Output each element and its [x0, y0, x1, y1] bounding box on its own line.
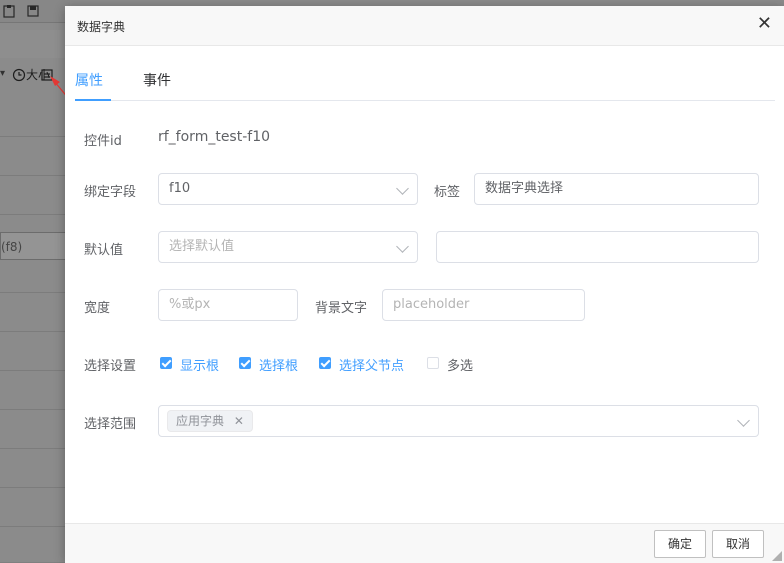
confirm-button[interactable]: 确定 — [654, 530, 706, 558]
bind-field-select[interactable]: f10 — [158, 173, 418, 205]
tag-input[interactable]: 数据字典选择 — [474, 173, 759, 205]
default-value-text-input[interactable] — [436, 231, 759, 263]
resize-handle-icon[interactable] — [772, 551, 782, 561]
width-placeholder: %或px — [169, 297, 211, 312]
chevron-down-icon — [396, 240, 409, 253]
range-tag: 应用字典 ✕ — [167, 410, 253, 432]
tab-bar: 属性 事件 — [75, 60, 775, 101]
checkbox-unchecked-icon[interactable] — [427, 357, 439, 369]
dialog-header: 数据字典 ✕ — [65, 6, 784, 46]
default-value-placeholder: 选择默认值 — [169, 239, 235, 254]
checkbox-checked-icon[interactable] — [319, 357, 331, 369]
dialog-footer: 确定 取消 — [65, 523, 784, 563]
checkbox-checked-icon[interactable] — [160, 357, 172, 369]
control-id-value: rf_form_test-f10 — [158, 129, 271, 145]
checkbox-label: 选择父节点 — [339, 359, 405, 374]
dialog-title: 数据字典 — [77, 20, 126, 34]
default-value-select[interactable]: 选择默认值 — [158, 231, 418, 263]
checkbox-label: 选择根 — [259, 359, 299, 374]
chevron-down-icon — [737, 414, 750, 427]
bg-text-placeholder: placeholder — [393, 297, 470, 312]
width-input[interactable]: %或px — [158, 289, 298, 321]
bind-field-value: f10 — [169, 181, 191, 196]
cancel-button[interactable]: 取消 — [712, 530, 764, 558]
width-label: 宽度 — [84, 301, 111, 316]
range-tag-label: 应用字典 — [176, 414, 225, 428]
data-dictionary-dialog: 数据字典 ✕ 属性 事件 控件id rf_form_test-f10 绑定字段 … — [65, 6, 784, 563]
close-icon[interactable]: ✕ — [757, 15, 772, 33]
tab-events[interactable]: 事件 — [143, 70, 171, 90]
select-settings-label: 选择设置 — [84, 359, 137, 374]
range-label: 选择范围 — [84, 417, 137, 432]
checkbox-label: 多选 — [447, 359, 474, 374]
tag-label: 标签 — [434, 185, 461, 200]
remove-tag-icon[interactable]: ✕ — [234, 414, 244, 428]
checkbox-checked-icon[interactable] — [239, 357, 251, 369]
default-value-label: 默认值 — [84, 243, 124, 258]
bind-field-label: 绑定字段 — [84, 185, 137, 200]
chevron-down-icon — [396, 182, 409, 195]
range-multi-select[interactable]: 应用字典 ✕ — [158, 405, 759, 437]
tab-properties[interactable]: 属性 — [75, 70, 103, 90]
bg-text-input[interactable]: placeholder — [382, 289, 585, 321]
control-id-label: 控件id — [84, 134, 122, 149]
tag-input-value: 数据字典选择 — [485, 181, 564, 196]
checkbox-label: 显示根 — [180, 359, 220, 374]
active-tab-indicator — [75, 99, 111, 101]
bg-text-label: 背景文字 — [315, 301, 368, 316]
